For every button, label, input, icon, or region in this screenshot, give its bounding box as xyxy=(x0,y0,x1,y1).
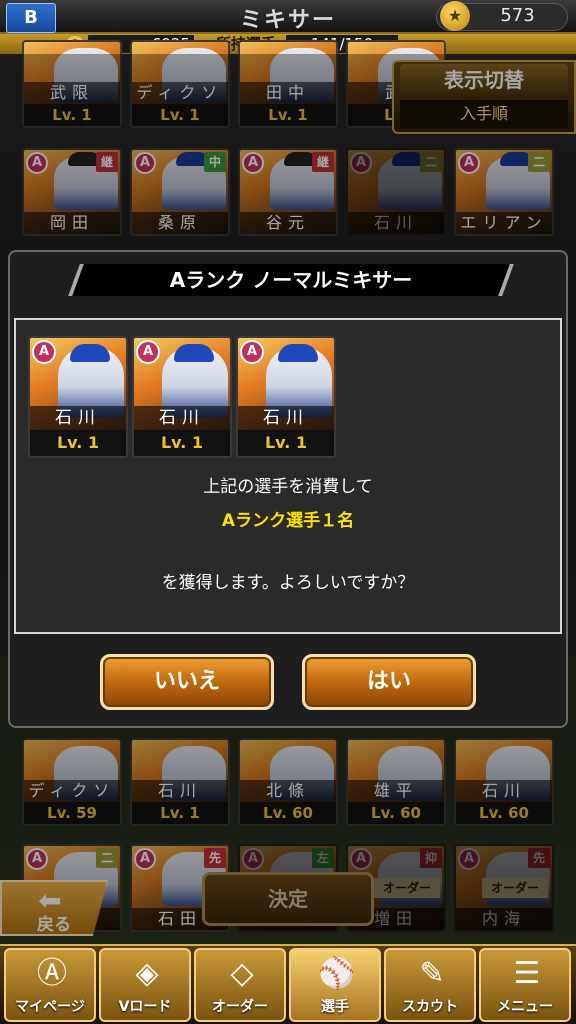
tab-label: メニュー xyxy=(497,999,553,1015)
consumed-player-card: A 石川 Lv. 1 xyxy=(28,336,128,458)
team-logo: B xyxy=(6,3,56,33)
consumed-player-card: A 石川 Lv. 1 xyxy=(132,336,232,458)
player-icon: ⚾ xyxy=(318,956,356,991)
player-name: 石川 xyxy=(134,406,230,430)
no-button[interactable]: いいえ xyxy=(100,654,274,710)
player-name: 石川 xyxy=(30,406,126,430)
consumed-player-card: A 石川 Lv. 1 xyxy=(236,336,336,458)
tab-players[interactable]: ⚾ 選手 xyxy=(289,948,381,1022)
tab-label: 選手 xyxy=(321,999,349,1015)
menu-icon: ☰ xyxy=(513,956,541,991)
tab-label: Vロード xyxy=(118,999,172,1015)
player-cap xyxy=(174,344,214,362)
tab-mypage[interactable]: Ⓐ マイページ xyxy=(4,948,96,1022)
field-icon: ◇ xyxy=(230,956,254,991)
tab-vroad[interactable]: ◈ Vロード xyxy=(99,948,191,1022)
tab-label: マイページ xyxy=(15,999,85,1015)
player-name: 石川 xyxy=(238,406,334,430)
player-level: Lv. 1 xyxy=(238,430,334,456)
coin-value: 573 xyxy=(500,5,535,26)
yes-button[interactable]: はい xyxy=(302,654,476,710)
dialog-message-line3: を獲得します。よろしいですか？ xyxy=(161,573,415,593)
player-level: Lv. 1 xyxy=(134,430,230,456)
tab-scout[interactable]: ✎ スカウト xyxy=(384,948,476,1022)
stadium-icon: ◈ xyxy=(135,956,159,991)
rank-badge: A xyxy=(32,340,56,364)
dialog-title: Aランク ノーマルミキサー xyxy=(169,268,413,292)
rank-badge: A xyxy=(136,340,160,364)
dialog-message-line1: 上記の選手を消費して xyxy=(203,477,373,497)
dialog-message-highlight: Aランク選手１名 xyxy=(221,511,355,531)
tab-label: オーダー xyxy=(212,999,268,1015)
rank-badge: A xyxy=(240,340,264,364)
player-level: Lv. 1 xyxy=(30,430,126,456)
a-logo-icon: Ⓐ xyxy=(37,956,67,991)
tab-menu[interactable]: ☰ メニュー xyxy=(479,948,571,1022)
player-cap xyxy=(278,344,318,362)
tab-label: スカウト xyxy=(402,999,458,1015)
player-cap xyxy=(70,344,110,362)
scout-icon: ✎ xyxy=(419,956,445,991)
screen-title: ミキサー xyxy=(239,8,336,33)
tab-order[interactable]: ◇ オーダー xyxy=(194,948,286,1022)
coin-icon: ★ xyxy=(440,1,470,31)
